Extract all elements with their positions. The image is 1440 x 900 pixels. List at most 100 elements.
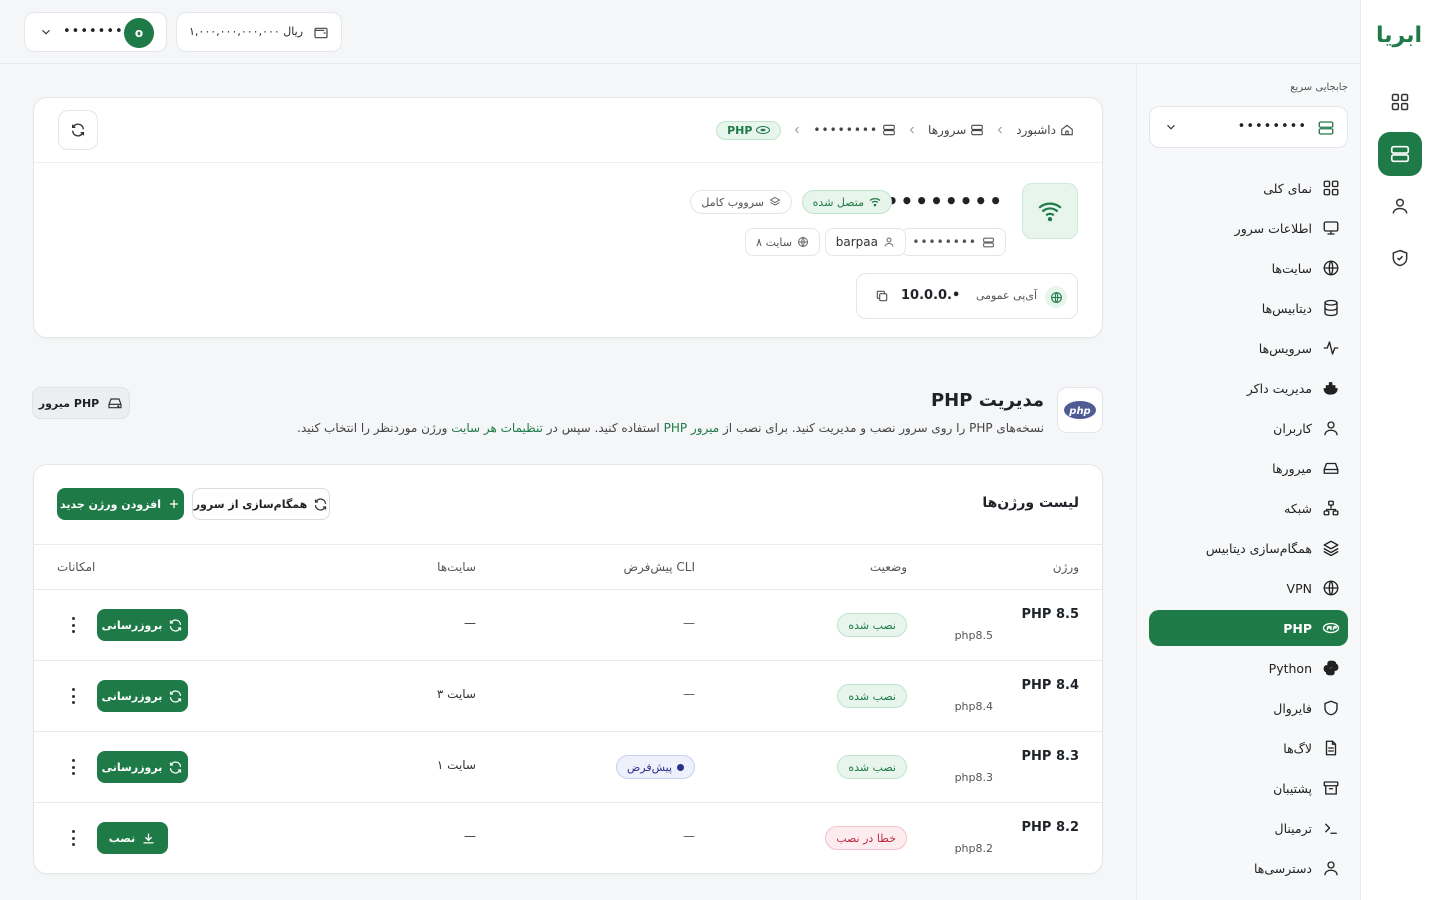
refresh-icon [168, 618, 183, 633]
table-row [33, 732, 1103, 802]
refresh-button[interactable] [58, 110, 98, 150]
sidebar-item-label: اطلاعات سرور [1234, 220, 1312, 236]
rail-dashboard-button[interactable] [1378, 80, 1422, 124]
sidebar-item-label: نمای کلی [1263, 180, 1312, 196]
sidebar-item[interactable]: شبکه [1149, 490, 1348, 526]
grid-icon [1390, 92, 1410, 112]
server-icon [1389, 143, 1411, 165]
terminal-icon [1322, 819, 1340, 837]
user-key-icon [1322, 859, 1340, 877]
sidebar-item[interactable]: VPN [1149, 570, 1348, 606]
sidebar-item[interactable]: مدیریت داکر [1149, 370, 1348, 406]
sidebar-item[interactable]: سایت‌ها [1149, 250, 1348, 286]
cli-default: — [683, 687, 695, 701]
globe-icon [797, 236, 809, 248]
install-button[interactable]: نصب [97, 822, 168, 854]
sidebar-item[interactable]: همگام‌سازی دیتابیس [1149, 530, 1348, 566]
sidebar-item[interactable]: ترمینال [1149, 810, 1348, 846]
sidebar-item[interactable]: نمای کلی [1149, 170, 1348, 206]
header-actions: امکانات [57, 560, 96, 574]
globe-icon [1045, 286, 1067, 308]
svg-text:php: php [1068, 406, 1090, 417]
rail-users-button[interactable] [1378, 184, 1422, 228]
version-id: php8.5 [954, 629, 993, 642]
more-options-icon[interactable] [70, 688, 76, 704]
update-button[interactable]: بروزرسانی [97, 609, 188, 641]
sidebar-item-label: VPN [1286, 580, 1312, 596]
more-options-icon[interactable] [70, 830, 76, 846]
quick-switch-value: •••••••• [1237, 119, 1307, 134]
sidebar-item-label: Python [1268, 660, 1312, 676]
breadcrumb-home[interactable]: داشبورد [1016, 123, 1074, 137]
status-badge: متصل شده [801, 190, 892, 214]
sidebar-item[interactable]: لاگ‌ها [1149, 730, 1348, 766]
sidebar-item-label: سایت‌ها [1271, 260, 1312, 276]
php-icon [756, 125, 771, 135]
account-switcher[interactable]: •••••••• o [24, 12, 167, 52]
quick-switch-label: جابجایی سریع [1290, 82, 1348, 93]
rail-servers-button[interactable] [1378, 132, 1422, 176]
refresh-icon [168, 689, 183, 704]
chevron-down-icon [39, 25, 53, 39]
sidebar-item[interactable]: دیتابیس‌ها [1149, 290, 1348, 326]
sidebar-item[interactable]: کاربران [1149, 410, 1348, 446]
sidebar-item[interactable]: Python [1149, 650, 1348, 686]
breadcrumb: داشبورد سرورها •••••••• PHP [716, 118, 1074, 142]
sidebar-item[interactable]: فایروال [1149, 690, 1348, 726]
sidebar-item-label: پشتیبان [1273, 780, 1312, 796]
python-icon [1322, 659, 1340, 677]
table-row [33, 590, 1103, 660]
wallet-balance[interactable]: ۱,۰۰۰,۰۰۰,۰۰۰,۰۰۰ ریال [176, 12, 342, 52]
globe-lock-icon [1322, 579, 1340, 597]
header-cli: پیش‌فرض CLI [623, 560, 695, 574]
server-icon [1317, 119, 1335, 137]
activity-icon [1322, 339, 1340, 357]
php-mirror-button[interactable]: میرور PHP [32, 387, 130, 419]
chevron-left-icon [994, 124, 1006, 136]
header-status: وضعیت [869, 560, 907, 574]
sidebar-item[interactable]: پشتیبان [1149, 770, 1348, 806]
sidebar-item[interactable]: دسترسی‌ها [1149, 850, 1348, 886]
more-options-icon[interactable] [70, 617, 76, 633]
update-button[interactable]: بروزرسانی [97, 680, 188, 712]
wifi-icon [869, 196, 881, 208]
php-logo: php [1057, 387, 1103, 433]
home-icon [1060, 123, 1074, 137]
sidebar-item[interactable]: PHP [1149, 610, 1348, 646]
hard-drive-icon [107, 395, 123, 411]
sidebar-item[interactable]: سرویس‌ها [1149, 330, 1348, 366]
wallet-icon [313, 25, 329, 41]
cli-default: — [683, 616, 695, 630]
breadcrumb-server[interactable]: •••••••• [813, 123, 896, 137]
sidebar-item[interactable]: اطلاعات سرور [1149, 210, 1348, 246]
shield-icon [1322, 699, 1340, 717]
divider [34, 162, 1102, 163]
add-version-button[interactable]: افزودن ورژن جدید [57, 488, 184, 520]
user-icon [1390, 196, 1410, 216]
sidebar-item[interactable]: میرورها [1149, 450, 1348, 486]
connection-tile [1022, 183, 1078, 239]
mirror-link[interactable]: میرور PHP [664, 421, 720, 435]
layers-icon [1322, 539, 1340, 557]
breadcrumb-servers[interactable]: سرورها [928, 123, 984, 137]
database-icon [1322, 299, 1340, 317]
version-name: PHP 8.4 [1021, 678, 1080, 693]
table-row [33, 803, 1103, 873]
shield-check-icon [1390, 248, 1410, 268]
sidebar-item-label: همگام‌سازی دیتابیس [1205, 540, 1312, 556]
ip-value: 10.0.0.• [901, 288, 961, 303]
sidebar-item-label: میرورها [1272, 460, 1312, 476]
breadcrumb-current: PHP [716, 120, 782, 140]
more-options-icon[interactable] [70, 759, 76, 775]
version-name: PHP 8.3 [1021, 749, 1080, 764]
account-name: •••••••• [63, 24, 133, 39]
rail-security-button[interactable] [1378, 236, 1422, 280]
quick-switch-select[interactable]: •••••••• [1149, 106, 1348, 148]
update-button[interactable]: بروزرسانی [97, 751, 188, 783]
site-settings-link[interactable]: تنظیمات هر سایت [451, 421, 543, 435]
copy-icon[interactable] [875, 289, 889, 303]
sidebar-item-label: مدیریت داکر [1246, 380, 1312, 396]
php-icon [1322, 619, 1340, 637]
ip-label: آی‌پی عمومی [975, 289, 1037, 302]
sync-from-server-button[interactable]: همگام‌سازی از سرور [192, 488, 330, 520]
